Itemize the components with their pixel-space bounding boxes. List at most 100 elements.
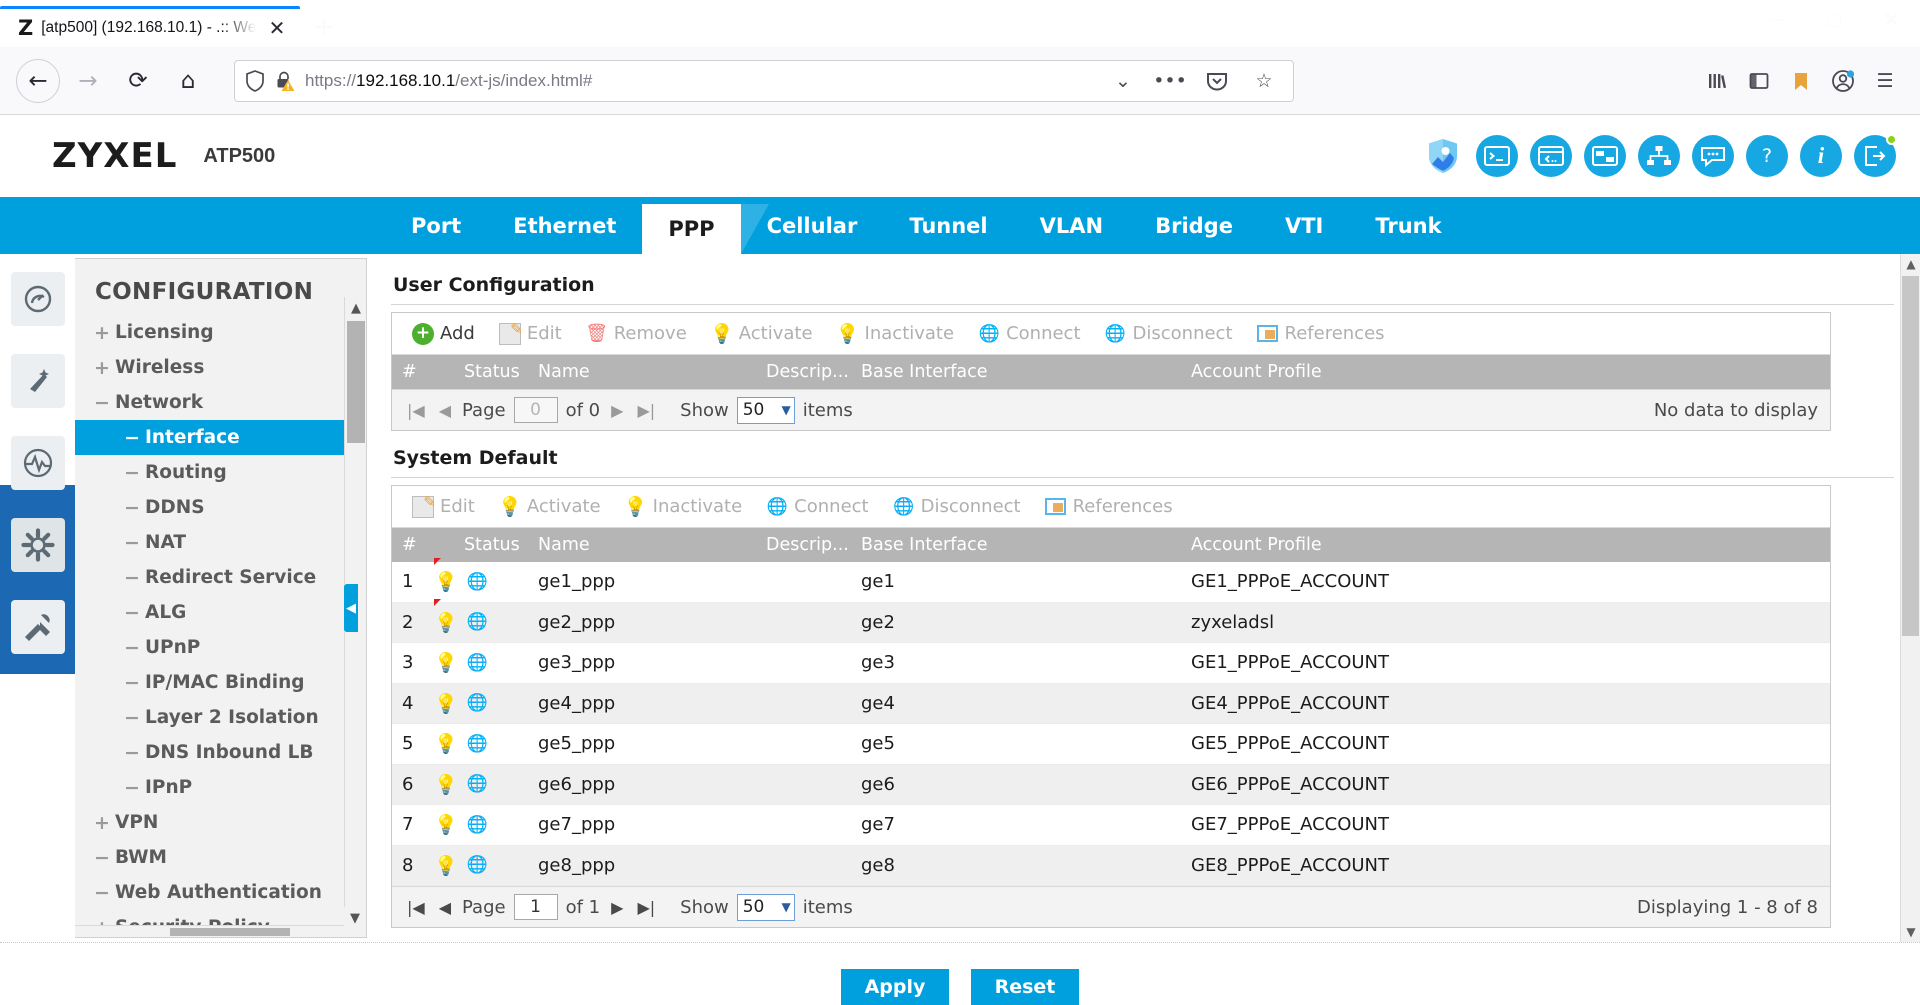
- activate-button[interactable]: 💡 Activate: [489, 491, 611, 523]
- sidebar-item-alg[interactable]: − ALG: [75, 595, 366, 630]
- prev-page-icon[interactable]: ◀: [436, 898, 454, 917]
- collapse-toggle-icon[interactable]: −: [119, 497, 145, 519]
- page-actions-icon[interactable]: •••: [1151, 62, 1189, 100]
- sidebar-item-redirect-service[interactable]: − Redirect Service: [75, 560, 366, 595]
- content-scroll-thumb[interactable]: [1902, 276, 1919, 636]
- scroll-up-icon[interactable]: ▲: [345, 297, 366, 319]
- tab-bridge[interactable]: Bridge: [1129, 197, 1259, 254]
- last-page-icon[interactable]: ▶|: [634, 401, 658, 420]
- about-icon[interactable]: i: [1800, 135, 1842, 177]
- tab-cellular[interactable]: Cellular: [741, 197, 884, 254]
- expand-toggle-icon[interactable]: +: [89, 322, 115, 344]
- column-header-base-interface[interactable]: Base Interface: [861, 535, 1191, 555]
- sidebar-hscrollbar[interactable]: [75, 925, 344, 937]
- rail-configuration-icon[interactable]: [8, 508, 68, 582]
- collapse-toggle-icon[interactable]: −: [119, 777, 145, 799]
- collapse-toggle-icon[interactable]: −: [119, 462, 145, 484]
- inactivate-button[interactable]: 💡 Inactivate: [615, 491, 753, 523]
- table-row[interactable]: 1 💡 🌐 ge1_ppp ge1 GE1_PPPoE_ACCOUNT: [392, 558, 1830, 603]
- new-tab-button[interactable]: +: [300, 6, 348, 47]
- collapse-toggle-icon[interactable]: −: [89, 392, 115, 414]
- apply-button[interactable]: Apply: [841, 969, 949, 1005]
- disconnect-button[interactable]: 🌐 Disconnect: [1095, 318, 1243, 350]
- sidebar-collapse-handle[interactable]: ◀: [344, 584, 358, 632]
- back-button[interactable]: ←: [16, 58, 60, 103]
- table-row[interactable]: 7 💡 🌐 ge7_ppp ge7 GE7_PPPoE_ACCOUNT: [392, 805, 1830, 846]
- web-console-icon[interactable]: [1530, 135, 1572, 177]
- tab-vlan[interactable]: VLAN: [1014, 197, 1129, 254]
- scroll-up-icon[interactable]: ▲: [1901, 254, 1920, 274]
- rail-dashboard-icon[interactable]: [8, 262, 68, 336]
- sidebar-hscroll-thumb[interactable]: [170, 928, 290, 936]
- content-scrollbar[interactable]: ▲ ▼: [1900, 254, 1920, 942]
- sidebar-item-upnp[interactable]: − UPnP: [75, 630, 366, 665]
- chat-support-icon[interactable]: [1692, 135, 1734, 177]
- collapse-toggle-icon[interactable]: −: [119, 707, 145, 729]
- next-page-icon[interactable]: ▶: [608, 401, 626, 420]
- bookmark-star-icon[interactable]: ☆: [1245, 62, 1283, 100]
- add-button[interactable]: + Add: [402, 318, 485, 350]
- scroll-down-icon[interactable]: ▼: [344, 907, 366, 929]
- account-icon[interactable]: [1824, 62, 1862, 100]
- tab-vti[interactable]: VTI: [1259, 197, 1349, 254]
- sidebar-item-ipnp[interactable]: − IPnP: [75, 770, 366, 805]
- prev-page-icon[interactable]: ◀: [436, 401, 454, 420]
- reset-button[interactable]: Reset: [971, 969, 1079, 1005]
- lock-warning-icon[interactable]: [274, 70, 296, 92]
- table-row[interactable]: 5 💡 🌐 ge5_ppp ge5 GE5_PPPoE_ACCOUNT: [392, 724, 1830, 765]
- connect-button[interactable]: 🌐 Connect: [756, 491, 878, 523]
- maximize-button[interactable]: ▢: [1806, 0, 1863, 40]
- first-page-icon[interactable]: |◀: [404, 401, 428, 420]
- collapse-toggle-icon[interactable]: −: [89, 882, 115, 904]
- sidebar-item-ip-mac-binding[interactable]: − IP/MAC Binding: [75, 665, 366, 700]
- inactivate-button[interactable]: 💡 Inactivate: [827, 318, 965, 350]
- sidebar-icon[interactable]: [1740, 62, 1778, 100]
- collapse-toggle-icon[interactable]: −: [89, 847, 115, 869]
- home-button[interactable]: ⌂: [166, 59, 210, 103]
- page-size-select[interactable]: 50 ▼: [736, 396, 795, 424]
- collapse-toggle-icon[interactable]: −: [119, 637, 145, 659]
- table-row[interactable]: 6 💡 🌐 ge6_ppp ge6 GE6_PPPoE_ACCOUNT: [392, 764, 1830, 805]
- minimize-button[interactable]: —: [1749, 0, 1806, 40]
- disconnect-button[interactable]: 🌐 Disconnect: [883, 491, 1031, 523]
- sidebar-item-vpn[interactable]: + VPN: [75, 805, 366, 840]
- column-header-description[interactable]: Descrip...: [766, 535, 861, 555]
- url-bar[interactable]: https://192.168.10.1/ext-js/index.html# …: [234, 59, 1294, 102]
- last-page-icon[interactable]: ▶|: [634, 898, 658, 917]
- tracking-shield-icon[interactable]: [245, 69, 265, 92]
- reload-button[interactable]: ⟳: [116, 59, 160, 103]
- column-header-num[interactable]: #: [392, 362, 430, 382]
- column-header-account-profile[interactable]: Account Profile: [1191, 535, 1830, 555]
- table-row[interactable]: 4 💡 🌐 ge4_ppp ge4 GE4_PPPoE_ACCOUNT: [392, 683, 1830, 724]
- activate-button[interactable]: 💡 Activate: [701, 318, 823, 350]
- edit-button[interactable]: Edit: [402, 491, 485, 523]
- page-number-input[interactable]: 0: [513, 397, 558, 423]
- sidebar-scroll-thumb[interactable]: [347, 321, 365, 443]
- column-header-num[interactable]: #: [392, 535, 430, 555]
- network-topology-icon[interactable]: [1638, 135, 1680, 177]
- sidebar-item-interface[interactable]: − Interface: [75, 420, 366, 455]
- rail-wizard-icon[interactable]: [8, 344, 68, 418]
- sidebar-item-bwm[interactable]: − BWM: [75, 840, 366, 875]
- collapse-toggle-icon[interactable]: −: [119, 602, 145, 624]
- table-row[interactable]: 3 💡 🌐 ge3_ppp ge3 GE1_PPPoE_ACCOUNT: [392, 643, 1830, 684]
- tab-ppp[interactable]: PPP: [642, 204, 769, 254]
- page-number-input[interactable]: 1: [513, 894, 558, 920]
- tab-trunk[interactable]: Trunk: [1349, 197, 1467, 254]
- sidebar-item-web-authentication[interactable]: − Web Authentication: [75, 875, 366, 910]
- edit-button[interactable]: Edit: [489, 318, 572, 350]
- sidebar-item-ddns[interactable]: − DDNS: [75, 490, 366, 525]
- page-size-select[interactable]: 50 ▼: [736, 893, 795, 921]
- column-header-name[interactable]: Name: [538, 362, 766, 382]
- column-header-status[interactable]: Status: [430, 362, 538, 382]
- references-button[interactable]: References: [1035, 491, 1183, 523]
- sidebar-item-dns-inbound-lb[interactable]: − DNS Inbound LB: [75, 735, 366, 770]
- collapse-toggle-icon[interactable]: −: [119, 567, 145, 589]
- expand-toggle-icon[interactable]: +: [89, 357, 115, 379]
- browser-tab[interactable]: Z [atp500] (192.168.10.1) - .:: Welc ✕: [0, 6, 300, 47]
- next-page-icon[interactable]: ▶: [608, 898, 626, 917]
- window-close-button[interactable]: ✕: [1863, 0, 1920, 40]
- collapse-toggle-icon[interactable]: −: [119, 427, 145, 449]
- close-tab-icon[interactable]: ✕: [264, 15, 290, 41]
- first-page-icon[interactable]: |◀: [404, 898, 428, 917]
